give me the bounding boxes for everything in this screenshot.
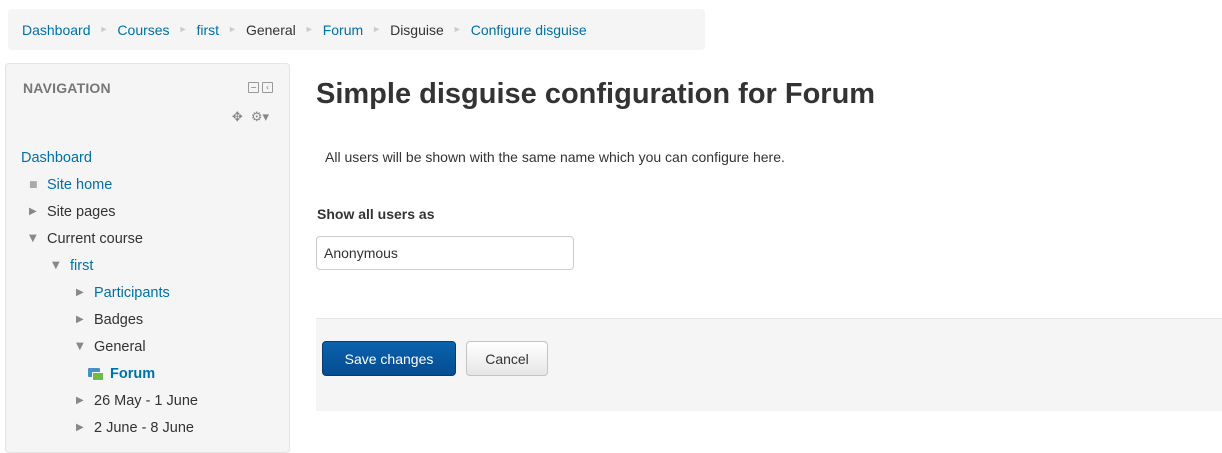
nav-item-general[interactable]: ▼ General (21, 333, 286, 360)
disguise-name-input[interactable] (316, 236, 574, 270)
navigation-tree: Dashboard ■ Site home ▶ Site pages ▼ Cur… (21, 144, 286, 441)
breadcrumb-separator-icon: ► (372, 23, 382, 34)
nav-item-label: 2 June - 8 June (94, 419, 194, 436)
page-title: Simple disguise configuration for Forum (316, 78, 876, 110)
nav-item-label: Badges (94, 311, 144, 328)
save-changes-button[interactable]: Save changes (322, 341, 456, 376)
nav-item-participants[interactable]: ▶ Participants (21, 279, 286, 306)
collapsed-arrow-icon[interactable]: ▶ (76, 314, 94, 325)
dock-block-icon[interactable]: ‹ (262, 82, 273, 93)
nav-item-forum[interactable]: Forum (21, 360, 286, 387)
expanded-arrow-icon[interactable]: ▼ (76, 341, 94, 352)
breadcrumb-separator-icon: ► (452, 23, 462, 34)
bullet-icon: ■ (29, 179, 38, 190)
nav-item-site-home[interactable]: ■ Site home (21, 171, 286, 198)
nav-item-label[interactable]: Forum (110, 366, 155, 382)
block-actions: ✥ ⚙▾ (232, 110, 269, 125)
nav-item-current-course[interactable]: ▼ Current course (21, 225, 286, 252)
breadcrumb-course-first[interactable]: first (196, 22, 219, 38)
collapse-block-icon[interactable]: − (248, 82, 259, 93)
nav-item-label[interactable]: first (70, 258, 93, 274)
form-actions-panel: Save changes Cancel (316, 318, 1222, 411)
nav-item-dashboard[interactable]: Dashboard (21, 144, 286, 171)
cancel-button[interactable]: Cancel (466, 341, 548, 376)
expanded-arrow-icon[interactable]: ▼ (29, 233, 47, 244)
nav-item-site-pages[interactable]: ▶ Site pages (21, 198, 286, 225)
breadcrumb-separator-icon: ► (178, 23, 188, 34)
breadcrumb: Dashboard ► Courses ► first ► General ► … (8, 9, 705, 50)
nav-item-label[interactable]: Site home (47, 177, 112, 193)
breadcrumb-dashboard[interactable]: Dashboard (22, 22, 91, 38)
navigation-block: NAVIGATION − ‹ ✥ ⚙▾ Dashboard ■ Site hom… (5, 63, 290, 453)
nav-item-label: Current course (47, 230, 143, 247)
navigation-title: NAVIGATION (23, 80, 111, 96)
collapsed-arrow-icon[interactable]: ▶ (76, 287, 94, 298)
nav-item-week-2[interactable]: ▶ 2 June - 8 June (21, 414, 286, 441)
nav-item-label[interactable]: Dashboard (21, 150, 92, 166)
nav-item-label: 26 May - 1 June (94, 392, 198, 409)
nav-item-label[interactable]: Participants (94, 285, 170, 301)
collapsed-arrow-icon[interactable]: ▶ (76, 422, 94, 433)
nav-item-badges[interactable]: ▶ Badges (21, 306, 286, 333)
collapsed-arrow-icon[interactable]: ▶ (29, 206, 47, 217)
forum-icon (88, 367, 104, 381)
breadcrumb-general: General (245, 21, 296, 38)
nav-item-label: General (94, 338, 146, 355)
collapsed-arrow-icon[interactable]: ▶ (76, 395, 94, 406)
expanded-arrow-icon[interactable]: ▼ (52, 260, 70, 271)
block-controls: − ‹ (248, 82, 273, 93)
breadcrumb-configure-disguise[interactable]: Configure disguise (471, 22, 587, 38)
nav-item-label: Site pages (47, 203, 116, 220)
nav-item-week-1[interactable]: ▶ 26 May - 1 June (21, 387, 286, 414)
breadcrumb-forum[interactable]: Forum (323, 22, 363, 38)
show-all-users-as-label: Show all users as (317, 206, 435, 222)
breadcrumb-separator-icon: ► (304, 23, 314, 34)
nav-item-course-first[interactable]: ▼ first (21, 252, 286, 279)
breadcrumb-separator-icon: ► (228, 23, 237, 34)
breadcrumb-separator-icon: ► (99, 23, 109, 34)
intro-text: All users will be shown with the same na… (325, 149, 785, 165)
breadcrumb-courses[interactable]: Courses (117, 22, 169, 38)
move-icon[interactable]: ✥ (232, 110, 243, 125)
gear-icon[interactable]: ⚙▾ (251, 110, 269, 125)
breadcrumb-disguise: Disguise (390, 21, 444, 38)
